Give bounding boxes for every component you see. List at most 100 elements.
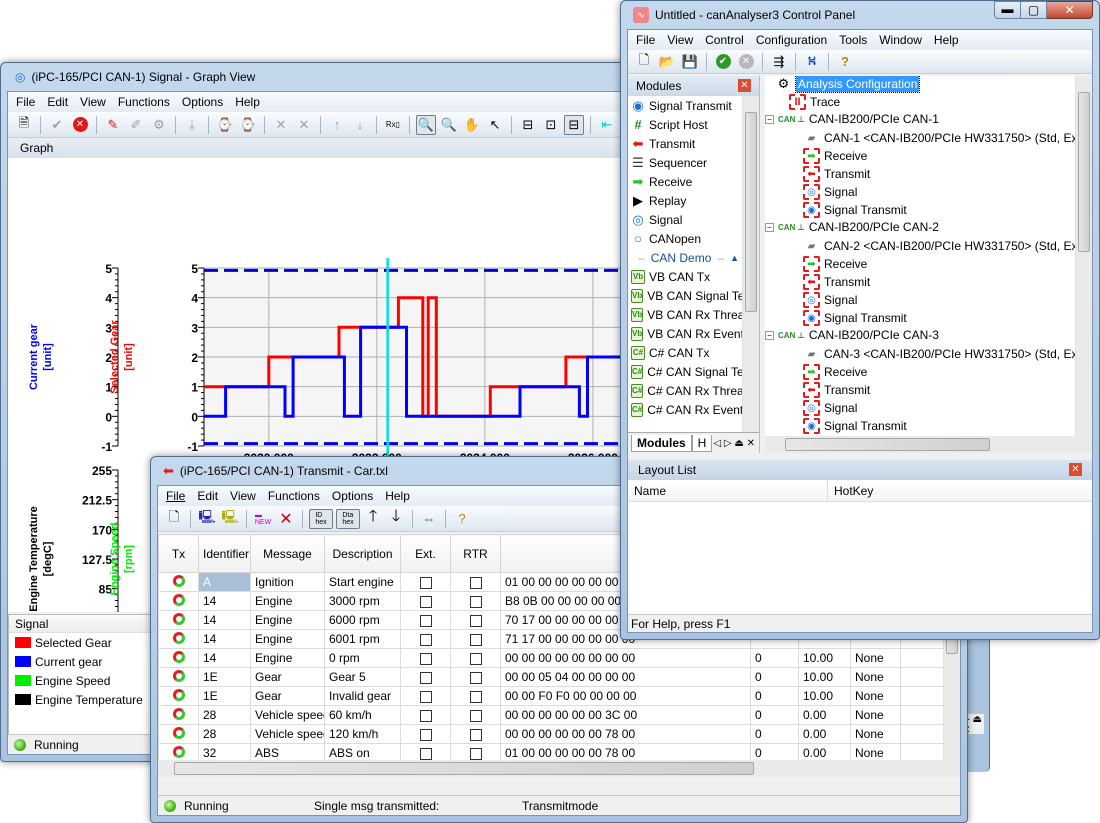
eraser-icon[interactable]: ✎: [103, 115, 123, 135]
pointer-icon[interactable]: ↖: [485, 115, 505, 135]
identifier-cell[interactable]: 14: [198, 648, 251, 668]
new-file-icon[interactable]: 🗋: [164, 509, 184, 529]
tree-node[interactable]: ▰ CAN-2 <CAN-IB200/PCIe HW331750> (Std, E…: [803, 238, 1078, 254]
menu-tools[interactable]: Tools: [833, 33, 873, 47]
move-down-icon[interactable]: 🡓: [386, 508, 406, 529]
download-icon[interactable]: ⤓: [182, 115, 202, 135]
delete-icon[interactable]: ✕: [271, 115, 291, 135]
identifier-cell[interactable]: 28: [198, 705, 251, 725]
tx-cell[interactable]: [158, 629, 199, 649]
tree-node[interactable]: ➡ Receive: [803, 148, 867, 164]
cycle-cell[interactable]: 10.00: [798, 648, 851, 668]
menu-help[interactable]: Help: [229, 95, 266, 109]
transmit-once-icon[interactable]: [172, 574, 185, 587]
trigger-cell[interactable]: None: [850, 686, 901, 706]
menu-configuration[interactable]: Configuration: [750, 33, 833, 47]
data-hex-icon[interactable]: Dta hex: [336, 508, 360, 529]
identifier-cell[interactable]: 28: [198, 724, 251, 744]
check-icon[interactable]: ✔: [47, 115, 67, 135]
tree-node[interactable]: II Trace: [789, 94, 840, 110]
maximize-button[interactable]: ▢: [1021, 1, 1047, 19]
rtr-checkbox[interactable]: [469, 747, 482, 760]
menu-file[interactable]: File: [630, 33, 661, 47]
help-icon[interactable]: ?: [452, 509, 472, 529]
ext-checkbox[interactable]: [419, 671, 432, 684]
modules-tab[interactable]: Modules: [631, 434, 692, 452]
demo-item[interactable]: Vb VB CAN Rx Thread: [628, 305, 742, 324]
ext-checkbox[interactable]: [419, 614, 432, 627]
transmit-once-icon[interactable]: [172, 726, 185, 739]
tree-hscroll[interactable]: [765, 436, 1092, 453]
legend-item[interactable]: Current gear: [9, 652, 155, 671]
minimize-button[interactable]: ▬: [994, 1, 1021, 19]
col-name[interactable]: Name: [628, 480, 828, 501]
table-row[interactable]: 28 Vehicle speed 120 km/h 00 00 00 00 00 00…: [158, 724, 960, 744]
message-cell[interactable]: Engine: [250, 610, 325, 630]
module-item[interactable]: ⬅ Transmit: [628, 134, 742, 153]
rtr-checkbox-cell[interactable]: [450, 667, 501, 687]
col-tx[interactable]: Tx: [158, 534, 199, 573]
hidden-tab[interactable]: H: [691, 434, 713, 452]
tree-node[interactable]: ➡ Receive: [803, 364, 867, 380]
zoom-y-icon[interactable]: 🔍: [439, 115, 459, 135]
col-message[interactable]: Message: [250, 534, 325, 573]
save-icon[interactable]: 💾: [680, 52, 700, 72]
identifier-cell[interactable]: 14: [198, 610, 251, 630]
rx-icon[interactable]: Rx▯: [383, 115, 403, 135]
menu-options[interactable]: Options: [326, 489, 379, 503]
transmit-hscroll[interactable]: [158, 760, 960, 777]
description-cell[interactable]: 60 km/h: [324, 705, 401, 725]
transmit-once-icon[interactable]: [172, 650, 185, 663]
ext-checkbox[interactable]: [419, 690, 432, 703]
table-row[interactable]: 28 Vehicle speed 60 km/h 00 00 00 00 00 00 …: [158, 705, 960, 725]
module-item[interactable]: ➡ Receive: [628, 172, 742, 191]
demo-item[interactable]: C# C# CAN Signal Tes: [628, 362, 742, 381]
move-up-icon[interactable]: 🡑: [363, 508, 383, 529]
count-cell[interactable]: 0: [750, 686, 799, 706]
fit-vertical-icon[interactable]: ⊟: [518, 115, 538, 135]
col-identifier[interactable]: Identifier: [198, 534, 251, 573]
tree-node[interactable]: ◎ Signal: [803, 400, 857, 416]
description-cell[interactable]: Invalid gear: [324, 686, 401, 706]
menu-view[interactable]: View: [661, 33, 699, 47]
ext-checkbox-cell[interactable]: [400, 648, 451, 668]
timer-icon[interactable]: ⚙: [149, 115, 169, 135]
rtr-checkbox[interactable]: [469, 709, 482, 722]
description-cell[interactable]: 0 rpm: [324, 648, 401, 668]
menu-control[interactable]: Control: [699, 33, 750, 47]
ext-checkbox[interactable]: [419, 709, 432, 722]
menu-functions[interactable]: Functions: [262, 489, 326, 503]
demo-item[interactable]: Vb VB CAN Signal Tes: [628, 286, 742, 305]
zoom-x-icon[interactable]: 🔍: [416, 114, 436, 135]
transmit-once-icon[interactable]: [172, 593, 185, 606]
cycle-cell[interactable]: 10.00: [798, 667, 851, 687]
table-row[interactable]: 14 Engine 0 rpm 00 00 00 00 00 00 00 00 0 10.…: [158, 648, 960, 668]
identifier-cell[interactable]: 1E: [198, 686, 251, 706]
network-blue-icon[interactable]: 🖳: [197, 509, 217, 529]
module-item[interactable]: ☰ Sequencer: [628, 153, 742, 172]
close-pane-icon[interactable]: ✕: [1069, 463, 1082, 476]
tree-node[interactable]: ⬅ Transmit: [803, 274, 870, 290]
identifier-cell[interactable]: 14: [198, 629, 251, 649]
col-rtr[interactable]: RTR: [450, 534, 501, 573]
module-item[interactable]: ◎ Signal: [628, 210, 742, 229]
tab-nav-icons[interactable]: ◁ ▷ ⏏ ✕: [713, 438, 755, 449]
ext-checkbox-cell[interactable]: [400, 591, 451, 611]
module-item[interactable]: ◉ Signal Transmit: [628, 96, 742, 115]
tx-cell[interactable]: [158, 667, 199, 687]
menu-file[interactable]: File: [10, 95, 41, 109]
identifier-cell[interactable]: 1E: [198, 667, 251, 687]
message-cell[interactable]: Engine: [250, 591, 325, 611]
collapse-toggle[interactable]: −: [765, 330, 774, 340]
close-button[interactable]: ✕: [1047, 1, 1093, 19]
data-cell[interactable]: 00 00 05 04 00 00 00 00: [500, 667, 751, 687]
ext-checkbox[interactable]: [419, 728, 432, 741]
tx-cell[interactable]: [158, 724, 199, 744]
module-item[interactable]: # Script Host: [628, 115, 742, 134]
legend-item[interactable]: Selected Gear: [9, 633, 155, 652]
tree-node[interactable]: ◉ Signal Transmit: [803, 418, 907, 434]
transmit-once-icon[interactable]: [172, 745, 185, 758]
up-icon[interactable]: ↑: [327, 115, 347, 135]
menu-view[interactable]: View: [224, 489, 262, 503]
message-cell[interactable]: Vehicle speed: [250, 724, 325, 744]
